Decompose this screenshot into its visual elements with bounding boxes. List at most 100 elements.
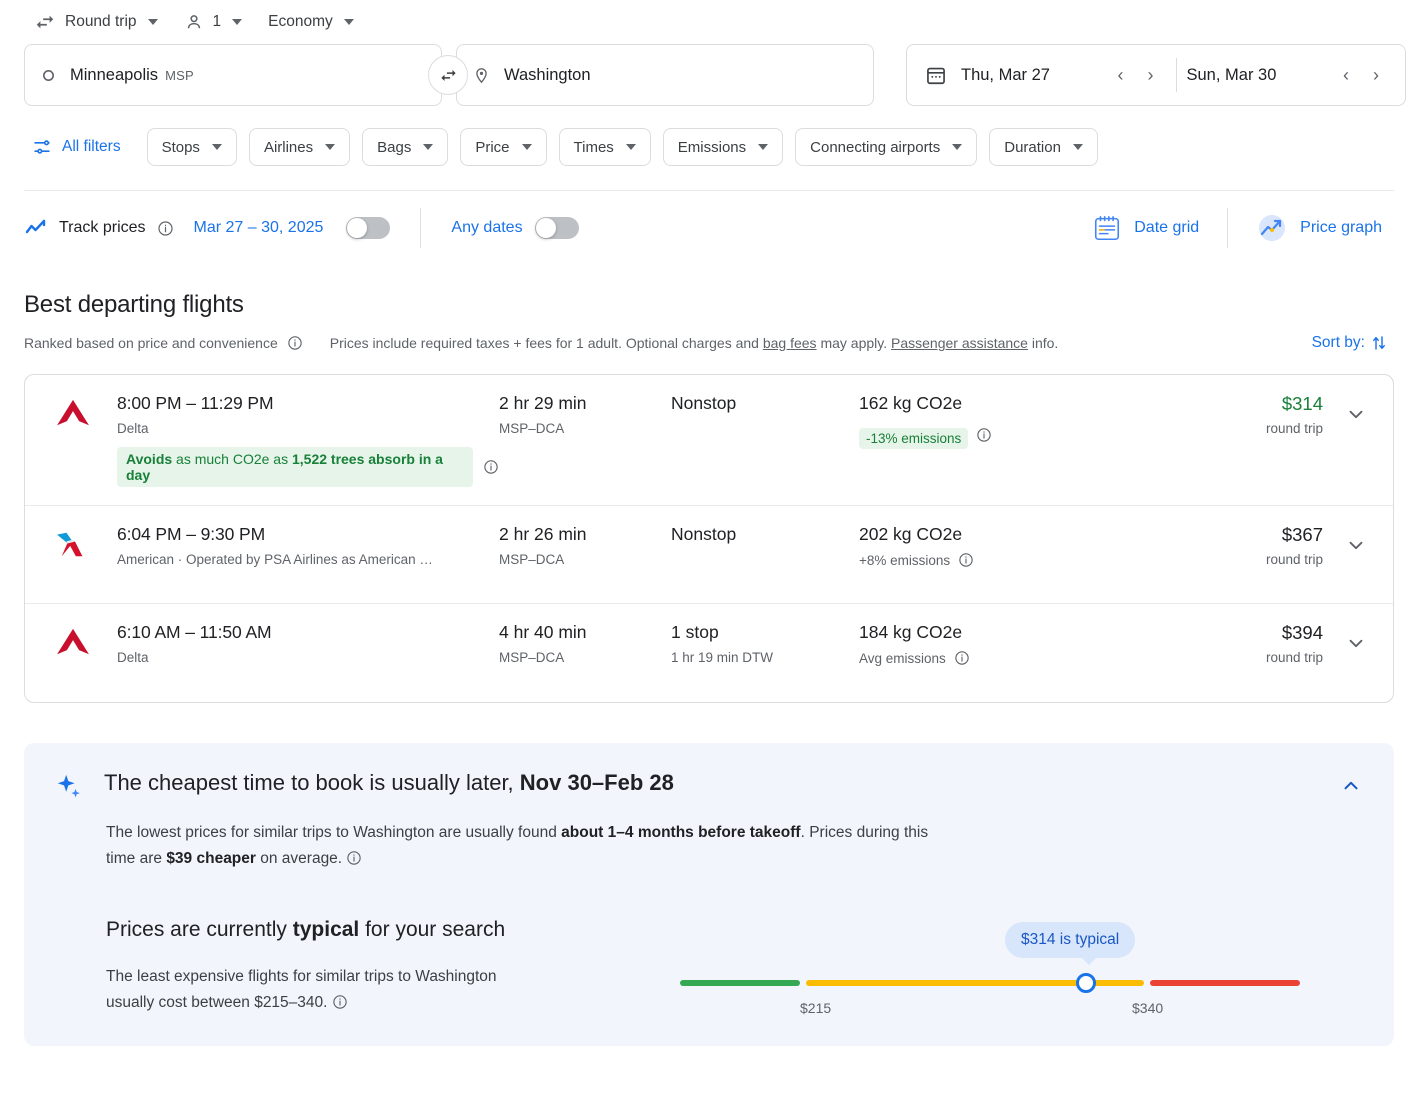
filter-chip-label: Bags bbox=[377, 139, 411, 156]
flight-price-cell: $394 round trip bbox=[1139, 622, 1337, 665]
filter-chip-duration[interactable]: Duration bbox=[989, 128, 1098, 166]
search-form: Minneapolis MSP Washington Thu, Mar 27 ‹… bbox=[0, 44, 1418, 106]
table-row[interactable]: 6:04 PM – 9:30 PM American · Operated by… bbox=[25, 506, 1393, 604]
track-prices-group: Track prices Mar 27 – 30, 2025 bbox=[24, 216, 390, 240]
typical-price-title: Prices are currently typical for your se… bbox=[106, 918, 666, 942]
insights-body-bold2: $39 cheaper bbox=[166, 850, 256, 867]
table-row[interactable]: 6:10 AM – 11:50 AM Delta 4 hr 40 min MSP… bbox=[25, 604, 1393, 702]
flight-carrier: Delta bbox=[117, 421, 499, 436]
flight-price-note: round trip bbox=[1139, 421, 1323, 436]
depart-next-day-button[interactable]: › bbox=[1136, 60, 1166, 90]
table-row[interactable]: 8:00 PM – 11:29 PM Delta Avoids as much … bbox=[25, 375, 1393, 506]
swap-arrows-icon bbox=[34, 11, 56, 33]
filter-chip-connecting-airports[interactable]: Connecting airports bbox=[795, 128, 977, 166]
info-icon[interactable] bbox=[958, 552, 974, 568]
all-filters-button[interactable]: All filters bbox=[24, 131, 129, 163]
chevron-down-icon bbox=[325, 144, 335, 150]
filter-chip-emissions[interactable]: Emissions bbox=[663, 128, 783, 166]
flight-emissions: 184 kg CO2e bbox=[859, 622, 1139, 643]
flight-route: MSP–DCA bbox=[499, 421, 671, 436]
chevron-down-icon bbox=[344, 19, 354, 25]
flight-emissions-cell: 202 kg CO2e +8% emissions bbox=[859, 524, 1139, 568]
typical-title-part2: for your search bbox=[359, 918, 505, 941]
flight-route: MSP–DCA bbox=[499, 552, 671, 567]
flight-time-cell: 6:04 PM – 9:30 PM American · Operated by… bbox=[99, 524, 499, 567]
trip-type-selector[interactable]: Round trip bbox=[24, 5, 168, 39]
price-gauge-bubble: $314 is typical bbox=[1005, 922, 1135, 958]
expand-flight-button[interactable] bbox=[1337, 393, 1375, 425]
filter-bar: All filters Stops Airlines Bags Price Ti… bbox=[0, 106, 1418, 166]
trees-badge-mid: as much CO2e as bbox=[172, 451, 292, 467]
origin-input[interactable]: Minneapolis MSP bbox=[24, 44, 442, 106]
flight-layover: 1 hr 19 min DTW bbox=[671, 650, 859, 665]
date-grid-button[interactable]: Date grid bbox=[1080, 205, 1211, 251]
flight-results-list: 8:00 PM – 11:29 PM Delta Avoids as much … bbox=[24, 374, 1394, 703]
filter-chip-airlines[interactable]: Airlines bbox=[249, 128, 350, 166]
chevron-down-icon bbox=[232, 19, 242, 25]
flight-duration-cell: 2 hr 26 min MSP–DCA bbox=[499, 524, 671, 567]
insights-title-plain: The cheapest time to book is usually lat… bbox=[104, 770, 520, 795]
price-graph-button[interactable]: Price graph bbox=[1244, 204, 1394, 252]
any-dates-toggle[interactable] bbox=[535, 217, 579, 239]
passengers-selector[interactable]: 1 bbox=[174, 6, 253, 38]
gauge-low-label: $215 bbox=[800, 1000, 831, 1016]
info-icon[interactable] bbox=[954, 650, 970, 666]
filter-chip-stops[interactable]: Stops bbox=[147, 128, 237, 166]
results-header: Best departing flights Ranked based on p… bbox=[0, 265, 1418, 356]
filter-chip-price[interactable]: Price bbox=[460, 128, 546, 166]
expand-flight-button[interactable] bbox=[1337, 524, 1375, 556]
flight-times: 6:04 PM – 9:30 PM bbox=[117, 524, 499, 545]
sort-by-label: Sort by: bbox=[1312, 334, 1365, 352]
filter-chip-bags[interactable]: Bags bbox=[362, 128, 448, 166]
chevron-down-icon bbox=[1073, 144, 1083, 150]
track-prices-toggle[interactable] bbox=[346, 217, 390, 239]
chevron-down-icon bbox=[148, 19, 158, 25]
info-icon[interactable] bbox=[346, 850, 362, 866]
return-date-segment[interactable]: Sun, Mar 30 ‹ › bbox=[1187, 60, 1392, 90]
sort-by-button[interactable]: Sort by: bbox=[1306, 330, 1394, 356]
trend-line-icon bbox=[24, 216, 48, 240]
return-next-day-button[interactable]: › bbox=[1361, 60, 1391, 90]
price-graph-label: Price graph bbox=[1300, 219, 1382, 237]
emissions-badge: Avg emissions bbox=[859, 651, 946, 666]
flight-duration: 2 hr 29 min bbox=[499, 393, 671, 414]
insights-body-bold1: about 1–4 months before takeoff bbox=[561, 824, 800, 841]
flight-carrier: Delta bbox=[117, 650, 499, 665]
info-icon[interactable] bbox=[287, 335, 303, 351]
price-gauge-bar: $215 $340 bbox=[680, 980, 1300, 986]
passenger-count: 1 bbox=[213, 13, 222, 31]
destination-city: Washington bbox=[504, 66, 591, 85]
trip-type-label: Round trip bbox=[65, 13, 137, 31]
price-gauge: $314 is typical $215 $340 bbox=[680, 922, 1300, 986]
swap-origin-destination-button[interactable] bbox=[428, 55, 468, 95]
cabin-class-selector[interactable]: Economy bbox=[258, 7, 364, 37]
info-icon[interactable] bbox=[157, 220, 174, 237]
filter-chip-times[interactable]: Times bbox=[559, 128, 651, 166]
delta-logo-icon bbox=[47, 622, 99, 657]
flight-search-page: Round trip 1 Economy Minneapolis MSP bbox=[0, 0, 1418, 1094]
destination-input[interactable]: Washington bbox=[456, 44, 874, 106]
passenger-assistance-link[interactable]: Passenger assistance bbox=[891, 335, 1028, 351]
depart-prev-day-button[interactable]: ‹ bbox=[1106, 60, 1136, 90]
collapse-insights-button[interactable] bbox=[1334, 769, 1368, 803]
prices-note: Prices include required taxes + fees for… bbox=[330, 335, 1059, 351]
swap-icon bbox=[439, 66, 458, 85]
toggle-knob bbox=[536, 218, 556, 238]
depart-date-value: Thu, Mar 27 bbox=[961, 66, 1050, 85]
gauge-current-price-marker bbox=[1076, 973, 1096, 993]
flight-price-note: round trip bbox=[1139, 650, 1323, 665]
flight-stops: Nonstop bbox=[671, 524, 859, 545]
location-pin-icon bbox=[473, 67, 490, 84]
bag-fees-link[interactable]: bag fees bbox=[763, 335, 817, 351]
info-icon[interactable] bbox=[483, 459, 499, 475]
flight-price-cell: $314 round trip bbox=[1139, 393, 1337, 436]
info-icon[interactable] bbox=[332, 994, 348, 1010]
sort-arrows-icon bbox=[1370, 334, 1388, 352]
chevron-down-icon bbox=[212, 144, 222, 150]
info-icon[interactable] bbox=[976, 427, 992, 443]
ranked-note-group: Ranked based on price and convenience bbox=[24, 335, 303, 351]
return-prev-day-button[interactable]: ‹ bbox=[1331, 60, 1361, 90]
depart-date-segment[interactable]: Thu, Mar 27 ‹ › bbox=[961, 60, 1166, 90]
american-logo-icon bbox=[47, 524, 99, 559]
expand-flight-button[interactable] bbox=[1337, 622, 1375, 654]
